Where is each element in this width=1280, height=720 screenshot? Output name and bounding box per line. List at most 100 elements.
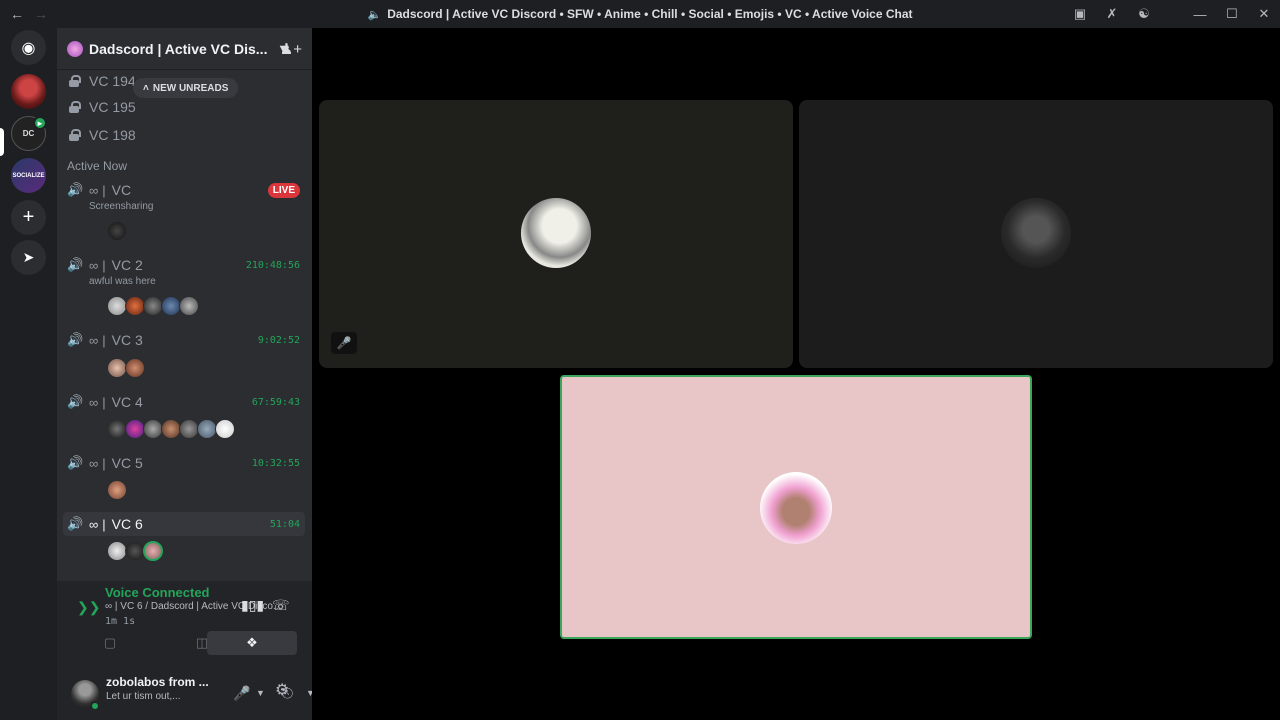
voice-channel-vc[interactable]: 🔊 ∞ | VC LIVE [63,178,305,202]
voice-stage: 🎤 [312,28,1280,720]
member-avatar-speaking[interactable] [143,541,163,561]
channel-timer: 210:48:56 [245,259,300,271]
speaker-icon: 🔊 [67,257,84,272]
voice-channel-vc4[interactable]: 🔊 ∞ | VC 4 67:59:43 [63,390,305,414]
voice-channel-vc5[interactable]: 🔊 ∞ | VC 5 10:32:55 [63,451,305,475]
separator: | [102,182,106,198]
online-status-icon [90,701,100,711]
camera-off-button[interactable]: ▢ [65,631,155,655]
inbox-icon[interactable]: ▣ [1064,6,1096,22]
channel-members [107,480,127,500]
back-arrow-icon[interactable]: ← [10,6,24,22]
member-avatar[interactable] [179,296,199,316]
speaker-icon: 🔊 [67,394,84,409]
participant-avatar [521,198,591,268]
channel-timer: 10:32:55 [251,457,300,469]
active-now-heading: Active Now [67,159,128,173]
separator: | [102,257,106,273]
settings-gear-icon[interactable]: ⚙ [275,680,289,700]
infinity-icon: ∞ [89,182,99,198]
new-unreads-pill[interactable]: ˄ NEW UNREADS [133,78,239,98]
member-avatar[interactable] [143,419,163,439]
speaker-icon: 🔈 [367,9,382,21]
infinity-icon: ∞ [89,455,99,471]
member-avatar[interactable] [161,296,181,316]
nav-buttons: ← → [0,6,48,22]
member-avatar[interactable] [125,541,145,561]
channel-name: VC 3 [111,332,143,348]
channel-members [107,296,199,316]
infinity-icon: ∞ [89,332,99,348]
window-title-text: Dadscord | Active VC Discord • SFW • Ani… [387,7,913,21]
voice-connected-panel: ❯❯ Voice Connected ∞ | VC 6 / Dadscord |… [57,581,312,672]
channel-name: VC 198 [89,127,136,143]
user-panel: zobolabos from ... Let ur tism out,... 🎤… [57,672,315,720]
tools-icon[interactable]: ✗ [1096,6,1128,22]
member-avatar[interactable] [215,419,235,439]
voice-channel-vc6[interactable]: 🔊 ∞ | VC 6 51:04 [63,512,305,536]
locked-channel-vc195[interactable]: VC 195 [69,96,136,118]
participant-tile[interactable]: 🎤 [319,100,793,368]
quests-icon[interactable]: ☯ [1128,6,1160,22]
channel-timer: 51:04 [269,518,300,530]
speaker-icon: 🔊 [67,332,84,347]
member-avatar[interactable] [107,419,127,439]
lock-icon [69,75,81,87]
voice-status-title: Voice Connected [105,585,210,600]
member-avatar[interactable] [125,358,145,378]
activities-button[interactable]: ❖ [207,631,297,655]
discord-home-icon[interactable]: ◉ [11,30,46,65]
minimize-icon[interactable]: — [1184,7,1216,22]
separator: | [102,394,106,410]
server-name: Dadscord | Active VC Dis... [89,40,268,57]
lock-icon [69,129,81,141]
member-avatar[interactable] [125,419,145,439]
member-avatar[interactable] [197,419,217,439]
member-avatar[interactable] [161,419,181,439]
muted-mic-icon: 🎤 [331,332,357,354]
participant-tile[interactable] [799,100,1273,368]
channel-timer: 67:59:43 [251,396,300,408]
channel-members [107,221,127,241]
user-name[interactable]: zobolabos from ... [106,675,209,689]
voice-badge-icon: ► [33,116,47,130]
voice-elapsed-time: 1m 1s [105,616,136,627]
locked-channel-vc194[interactable]: VC 194 [69,70,136,92]
voice-channel-vc2[interactable]: 🔊 ∞ | VC 2 210:48:56 [63,253,305,277]
member-avatar[interactable] [143,296,163,316]
server-icon-1[interactable] [11,74,46,109]
channel-name: VC 195 [89,99,136,115]
add-server-icon[interactable]: + [11,200,46,235]
server-icon-socialize[interactable]: SOCIALIZE [11,158,46,193]
invite-user-icon[interactable]: ♟+ [280,40,302,58]
close-icon[interactable]: ✕ [1248,6,1280,22]
member-avatar[interactable] [107,480,127,500]
speaker-icon: 🔊 [67,516,84,531]
disconnect-icon[interactable]: ☏ [272,597,290,614]
member-avatar[interactable] [107,296,127,316]
channel-sidebar: Dadscord | Active VC Dis... ▼ ♟+ VC 194 … [57,28,315,720]
channel-activity: Screensharing [89,201,154,212]
server-header[interactable]: Dadscord | Active VC Dis... ▼ ♟+ [57,28,312,70]
voice-channel-vc3[interactable]: 🔊 ∞ | VC 3 9:02:52 [63,328,305,352]
forward-arrow-icon[interactable]: → [34,6,48,22]
connection-signal-icon[interactable]: ❯❯ [77,599,100,616]
member-avatar[interactable] [107,221,127,241]
participant-tile-speaking[interactable] [560,375,1032,639]
channel-name: VC 6 [111,516,143,532]
member-avatar[interactable] [179,419,199,439]
microphone-icon[interactable]: 🎤 [233,685,250,702]
locked-channel-vc198[interactable]: VC 198 [69,124,136,146]
chevron-down-icon[interactable]: ▼ [256,688,265,698]
channel-name: VC [111,182,132,198]
noise-suppression-icon[interactable]: ▮▯▮ [241,597,264,614]
title-bar: ← → 🔈 Dadscord | Active VC Discord • SFW … [0,0,1280,28]
explore-compass-icon[interactable]: ➤ [11,240,46,275]
title-bar-controls: ▣ ✗ ☯ — ☐ ✕ [1064,0,1280,28]
member-avatar[interactable] [125,296,145,316]
participant-avatar [760,472,832,544]
maximize-icon[interactable]: ☐ [1216,6,1248,22]
member-avatar[interactable] [107,358,127,378]
member-avatar[interactable] [107,541,127,561]
chevron-up-icon: ˄ [143,82,149,94]
